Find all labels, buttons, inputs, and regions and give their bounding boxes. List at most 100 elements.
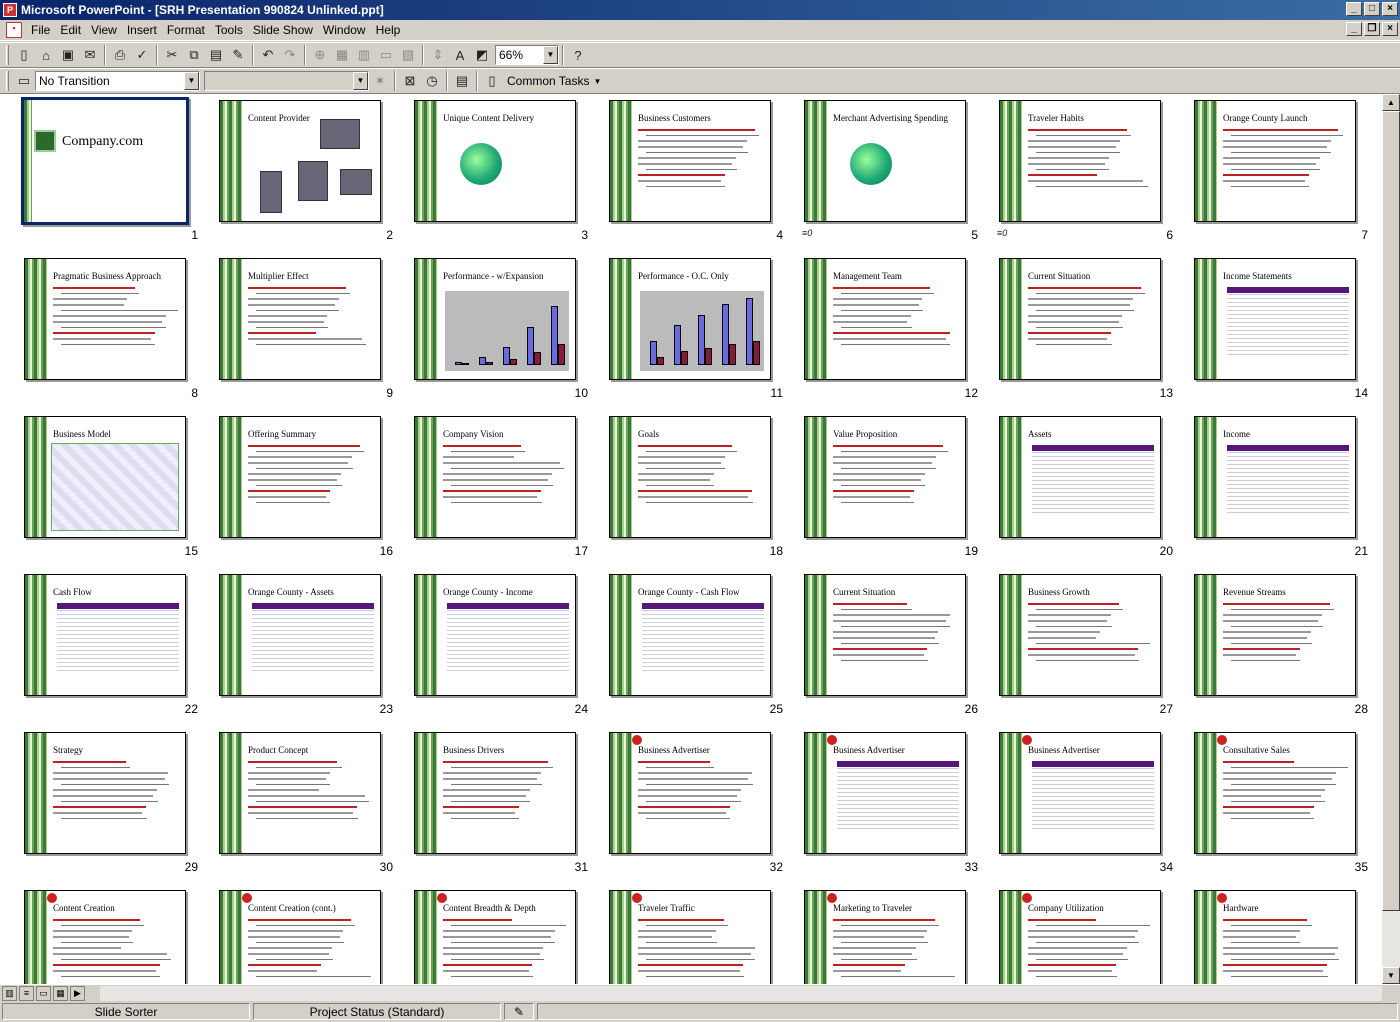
slide-thumbnail-cell[interactable]: Traveler Traffic [605, 886, 783, 984]
slide-thumbnail-cell[interactable]: Business Advertiser 33 [800, 728, 978, 878]
slide-thumbnail[interactable]: Traveler Traffic [609, 890, 771, 984]
slide-thumbnail-cell[interactable]: Content Provider 2 [215, 96, 393, 246]
slide-thumbnail-cell[interactable]: Content Breadth & Depth [410, 886, 588, 984]
slide-thumbnail-cell[interactable]: Multiplier Effect 9 [215, 254, 393, 404]
slide-thumbnail-cell[interactable]: Business Growth 27 [995, 570, 1173, 720]
animation-preview-icon[interactable]: ✶ [369, 70, 391, 92]
slide-thumbnail-cell[interactable]: Company Vision 17 [410, 412, 588, 562]
slide-thumbnail[interactable]: Content Provider [219, 100, 381, 222]
common-tasks-button[interactable]: Common Tasks [503, 74, 593, 88]
toolbar-grip[interactable] [6, 45, 9, 65]
slide-thumbnail-cell[interactable]: Orange County - Assets 23 [215, 570, 393, 720]
slide-thumbnail[interactable]: Income Statements [1194, 258, 1356, 380]
menu-edit[interactable]: Edit [55, 21, 86, 39]
slide-thumbnail-cell[interactable]: Performance - w/Expansion 10 [410, 254, 588, 404]
menu-file[interactable]: File [26, 21, 55, 39]
slide-thumbnail[interactable]: Unique Content Delivery [414, 100, 576, 222]
slide-thumbnail[interactable]: Multiplier Effect [219, 258, 381, 380]
format-painter-icon[interactable]: ✎ [227, 44, 249, 66]
slide-thumbnail-cell[interactable]: Cash Flow 22 [20, 570, 198, 720]
zoom-select[interactable]: 66% ▼ [495, 45, 559, 65]
slide-thumbnail[interactable]: Content Creation (cont.) [219, 890, 381, 984]
open-icon[interactable]: ⌂ [35, 44, 57, 66]
horizontal-scroll-track[interactable] [100, 986, 1382, 1001]
slide-thumbnail-cell[interactable]: Business Advertiser 34 [995, 728, 1173, 878]
slide-thumbnail-cell[interactable]: Company.com 1 [20, 96, 198, 246]
print-icon[interactable]: ⎙ [109, 44, 131, 66]
slide-thumbnail[interactable]: Business Growth [999, 574, 1161, 696]
show-formatting-icon[interactable]: A [449, 44, 471, 66]
spelling-icon[interactable]: ✓ [131, 44, 153, 66]
slide-thumbnail[interactable]: Assets [999, 416, 1161, 538]
chevron-down-icon[interactable]: ▼ [593, 77, 601, 86]
slide-thumbnail-cell[interactable]: Content Creation (cont.) [215, 886, 393, 984]
transition-indicator-icon[interactable]: ≡0 [997, 228, 1007, 238]
slide-thumbnail[interactable]: Offering Summary [219, 416, 381, 538]
menu-insert[interactable]: Insert [122, 21, 162, 39]
copy-icon[interactable]: ⧉ [183, 44, 205, 66]
slide-thumbnail-cell[interactable]: Unique Content Delivery 3 [410, 96, 588, 246]
new-icon[interactable]: ▯ [13, 44, 35, 66]
slide-show-icon[interactable]: ▶ [70, 985, 85, 1001]
slide-thumbnail-cell[interactable]: Current Situation 26 [800, 570, 978, 720]
slide-thumbnail[interactable]: Business Customers [609, 100, 771, 222]
slide-transition-icon[interactable]: ▭ [13, 70, 35, 92]
slide-thumbnail[interactable]: Company.com [21, 97, 189, 225]
slide-thumbnail-cell[interactable]: Revenue Streams 28 [1190, 570, 1368, 720]
menu-view[interactable]: View [86, 21, 122, 39]
menu-window[interactable]: Window [318, 21, 371, 39]
email-icon[interactable]: ✉ [79, 44, 101, 66]
slide-thumbnail-cell[interactable]: Consultative Sales 35 [1190, 728, 1368, 878]
preset-animation-select[interactable]: ▼ [204, 71, 369, 91]
menu-format[interactable]: Format [162, 21, 210, 39]
help-icon[interactable]: ? [567, 44, 589, 66]
slide-thumbnail-cell[interactable]: Product Concept 30 [215, 728, 393, 878]
slide-thumbnail[interactable]: Current Situation [804, 574, 966, 696]
summary-slide-icon[interactable]: ▤ [451, 70, 473, 92]
save-icon[interactable]: ▣ [57, 44, 79, 66]
menu-tools[interactable]: Tools [210, 21, 248, 39]
transition-indicator-icon[interactable]: ≡0 [802, 228, 812, 238]
grayscale-icon[interactable]: ◩ [471, 44, 493, 66]
slide-thumbnail[interactable]: Management Team [804, 258, 966, 380]
slide-thumbnail-cell[interactable]: Business Customers 4 [605, 96, 783, 246]
slide-thumbnail-cell[interactable]: Pragmatic Business Approach 8 [20, 254, 198, 404]
slide-thumbnail-cell[interactable]: Value Proposition 19 [800, 412, 978, 562]
slide-thumbnail-cell[interactable]: Company Utilization [995, 886, 1173, 984]
chart-icon[interactable]: ▥ [353, 44, 375, 66]
minimize-button[interactable]: _ [1346, 2, 1362, 16]
slide-thumbnail-cell[interactable]: Goals 18 [605, 412, 783, 562]
slide-thumbnail[interactable]: Business Advertiser [804, 732, 966, 854]
chevron-down-icon[interactable]: ▼ [543, 46, 558, 64]
slide-thumbnail[interactable]: Performance - O.C. Only [609, 258, 771, 380]
slide-thumbnail[interactable]: Pragmatic Business Approach [24, 258, 186, 380]
redo-icon[interactable]: ↷ [279, 44, 301, 66]
slide-thumbnail[interactable]: Cash Flow [24, 574, 186, 696]
slide-thumbnail-cell[interactable]: Performance - O.C. Only 11 [605, 254, 783, 404]
scroll-down-icon[interactable]: ▼ [1382, 967, 1400, 984]
slide-thumbnail-cell[interactable]: Business Drivers 31 [410, 728, 588, 878]
toolbar-grip[interactable] [6, 71, 9, 91]
doc-close-button[interactable]: × [1382, 22, 1398, 36]
slide-thumbnail-cell[interactable]: Income Statements 14 [1190, 254, 1368, 404]
slide-thumbnail-cell[interactable]: Income 21 [1190, 412, 1368, 562]
close-button[interactable]: × [1382, 2, 1398, 16]
chevron-down-icon[interactable]: ▼ [353, 72, 368, 90]
slide-thumbnail[interactable]: Traveler Habits [999, 100, 1161, 222]
menu-slide-show[interactable]: Slide Show [248, 21, 318, 39]
menu-help[interactable]: Help [371, 21, 406, 39]
slide-thumbnail-cell[interactable]: Marketing to Traveler [800, 886, 978, 984]
rehearse-timings-icon[interactable]: ◷ [421, 70, 443, 92]
slide-thumbnail[interactable]: Value Proposition [804, 416, 966, 538]
slide-thumbnail-cell[interactable]: Business Model 15 [20, 412, 198, 562]
spelling-status-icon[interactable]: ✎ [504, 1003, 534, 1020]
slide-thumbnail-cell[interactable]: Assets 20 [995, 412, 1173, 562]
slide-thumbnail[interactable]: Content Breadth & Depth [414, 890, 576, 984]
slide-view-icon[interactable]: ▭ [36, 985, 51, 1001]
hyperlink-icon[interactable]: ⊕ [309, 44, 331, 66]
slide-thumbnail-cell[interactable]: Current Situation 13 [995, 254, 1173, 404]
slide-thumbnail[interactable]: Orange County - Assets [219, 574, 381, 696]
slide-thumbnail-cell[interactable]: Orange County - Income 24 [410, 570, 588, 720]
slide-thumbnail[interactable]: Strategy [24, 732, 186, 854]
slide-thumbnail[interactable]: Marketing to Traveler [804, 890, 966, 984]
